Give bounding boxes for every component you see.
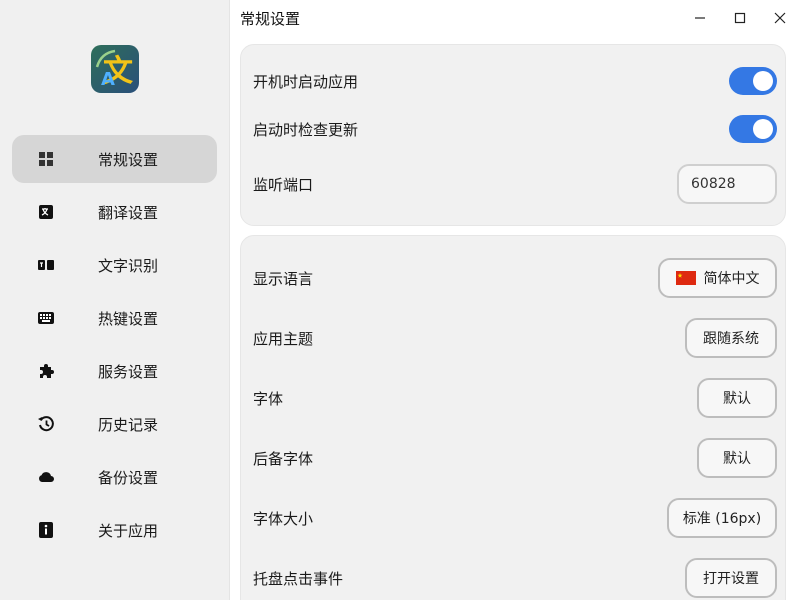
sidebar: 文 A 常规设置 翻译设置 文字识别 热键设置 服务设置 历史记录 备份设置 关…	[0, 0, 230, 600]
sidebar-item-label: 翻译设置	[98, 203, 159, 222]
grid-icon	[36, 149, 56, 169]
sidebar-item-history[interactable]: 历史记录	[12, 400, 217, 448]
minimize-button[interactable]	[680, 0, 720, 36]
fallback-font-label: 后备字体	[253, 449, 314, 468]
language-row: 显示语言 简体中文	[241, 258, 785, 298]
sidebar-item-service[interactable]: 服务设置	[12, 347, 217, 395]
language-select[interactable]: 简体中文	[658, 258, 777, 298]
minimize-icon	[695, 17, 705, 19]
font-size-select[interactable]: 标准 (16px)	[667, 498, 777, 538]
fallback-font-select[interactable]: 默认	[697, 438, 777, 478]
font-row: 字体 默认	[241, 378, 785, 418]
language-value: 简体中文	[703, 271, 760, 287]
check-update-toggle[interactable]	[729, 115, 777, 143]
sidebar-item-label: 服务设置	[98, 362, 159, 381]
autostart-toggle[interactable]	[729, 67, 777, 95]
sidebar-item-label: 备份设置	[98, 468, 159, 487]
tray-click-row: 托盘点击事件 打开设置	[241, 558, 785, 598]
ocr-icon	[36, 255, 56, 275]
sidebar-item-label: 文字识别	[98, 256, 159, 275]
language-label: 显示语言	[253, 269, 314, 288]
autostart-row: 开机时启动应用	[241, 67, 785, 95]
theme-label: 应用主题	[253, 329, 314, 348]
port-label: 监听端口	[253, 175, 314, 194]
theme-select[interactable]: 跟随系统	[685, 318, 777, 358]
sidebar-item-general[interactable]: 常规设置	[12, 135, 217, 183]
sidebar-nav: 常规设置 翻译设置 文字识别 热键设置 服务设置 历史记录 备份设置 关于应用	[12, 135, 217, 559]
cn-flag-icon	[675, 271, 696, 285]
tray-click-label: 托盘点击事件	[253, 569, 344, 588]
translate-icon	[36, 202, 56, 222]
window-controls	[680, 0, 800, 36]
keyboard-icon	[36, 308, 56, 328]
settings-content: 开机时启动应用 启动时检查更新 监听端口 60828 显示语言 简体中文 应用主…	[230, 36, 800, 600]
svg-text:A: A	[101, 69, 115, 90]
title-bar: 常规设置	[230, 0, 800, 36]
font-size-label: 字体大小	[253, 509, 314, 528]
window-title: 常规设置	[240, 9, 301, 28]
history-icon	[36, 414, 56, 434]
font-label: 字体	[253, 389, 284, 408]
sidebar-item-label: 历史记录	[98, 415, 159, 434]
fallback-font-row: 后备字体 默认	[241, 438, 785, 478]
cloud-icon	[36, 467, 56, 487]
sidebar-item-label: 关于应用	[98, 521, 159, 540]
close-icon	[774, 12, 786, 24]
port-input[interactable]: 60828	[677, 164, 777, 204]
info-icon	[36, 520, 56, 540]
maximize-button[interactable]	[720, 0, 760, 36]
font-select[interactable]: 默认	[697, 378, 777, 418]
tray-click-select[interactable]: 打开设置	[685, 558, 777, 598]
maximize-icon	[734, 12, 746, 24]
close-button[interactable]	[760, 0, 800, 36]
puzzle-icon	[36, 361, 56, 381]
sidebar-item-label: 常规设置	[98, 150, 159, 169]
general-settings-card: 开机时启动应用 启动时检查更新 监听端口 60828	[240, 44, 786, 226]
autostart-label: 开机时启动应用	[253, 72, 359, 91]
theme-row: 应用主题 跟随系统	[241, 318, 785, 358]
sidebar-item-ocr[interactable]: 文字识别	[12, 241, 217, 289]
app-logo: 文 A	[91, 45, 139, 93]
sidebar-item-backup[interactable]: 备份设置	[12, 453, 217, 501]
sidebar-item-translate[interactable]: 翻译设置	[12, 188, 217, 236]
port-row: 监听端口 60828	[241, 164, 785, 204]
sidebar-item-about[interactable]: 关于应用	[12, 506, 217, 554]
appearance-settings-card: 显示语言 简体中文 应用主题 跟随系统 字体 默认 后备字体 默认 字体大小 标…	[240, 235, 786, 600]
check-update-label: 启动时检查更新	[253, 120, 359, 139]
font-size-row: 字体大小 标准 (16px)	[241, 498, 785, 538]
sidebar-item-label: 热键设置	[98, 309, 159, 328]
sidebar-item-hotkey[interactable]: 热键设置	[12, 294, 217, 342]
check-update-row: 启动时检查更新	[241, 115, 785, 143]
